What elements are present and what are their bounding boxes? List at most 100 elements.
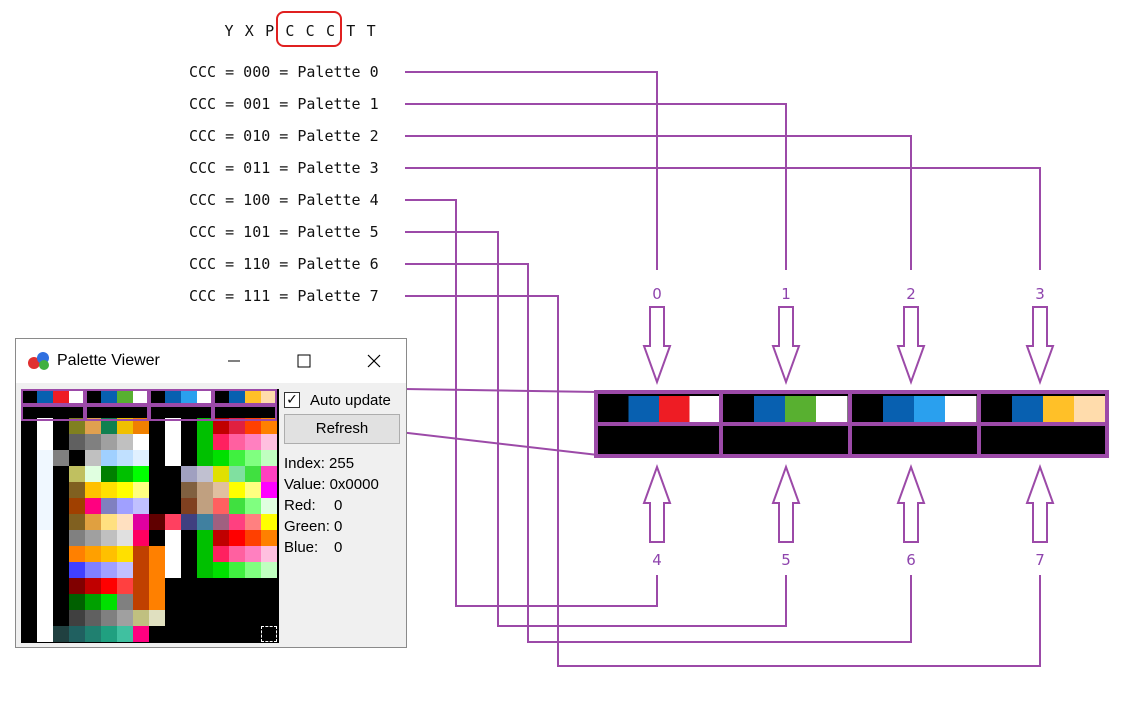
palette-cell[interactable]	[181, 546, 197, 562]
palette-cell[interactable]	[181, 562, 197, 578]
palette-cell[interactable]	[261, 546, 277, 562]
palette-cell[interactable]	[133, 546, 149, 562]
palette-cell[interactable]	[229, 482, 245, 498]
palette-cell[interactable]	[37, 610, 53, 626]
palette-cell[interactable]	[229, 498, 245, 514]
palette-cell[interactable]	[181, 434, 197, 450]
palette-cell[interactable]	[101, 594, 117, 610]
palette-cell[interactable]	[213, 498, 229, 514]
palette-cell[interactable]	[181, 610, 197, 626]
palette-cell[interactable]	[181, 498, 197, 514]
palette-cell[interactable]	[165, 530, 181, 546]
palette-cell[interactable]	[85, 530, 101, 546]
palette-cell[interactable]	[149, 594, 165, 610]
palette-cell[interactable]	[261, 466, 277, 482]
palette-cell[interactable]	[101, 466, 117, 482]
palette-cell[interactable]	[85, 514, 101, 530]
palette-cell[interactable]	[37, 562, 53, 578]
palette-cell[interactable]	[245, 562, 261, 578]
palette-cell[interactable]	[69, 562, 85, 578]
palette-cell[interactable]	[229, 530, 245, 546]
palette-cell[interactable]	[85, 626, 101, 642]
minimize-button[interactable]	[206, 339, 262, 383]
palette-cell[interactable]	[85, 482, 101, 498]
palette-cell[interactable]	[229, 466, 245, 482]
palette-cell[interactable]	[69, 482, 85, 498]
palette-cell[interactable]	[149, 434, 165, 450]
palette-cell[interactable]	[37, 466, 53, 482]
palette-cell[interactable]	[133, 594, 149, 610]
palette-cell[interactable]	[101, 498, 117, 514]
palette-cell[interactable]	[245, 610, 261, 626]
palette-grid[interactable]	[21, 389, 279, 643]
palette-cell[interactable]	[37, 498, 53, 514]
palette-cell[interactable]	[165, 514, 181, 530]
palette-cell[interactable]	[197, 498, 213, 514]
palette-cell[interactable]	[181, 530, 197, 546]
palette-cell[interactable]	[213, 546, 229, 562]
palette-cell[interactable]	[245, 498, 261, 514]
palette-cell[interactable]	[37, 594, 53, 610]
palette-cell[interactable]	[261, 562, 277, 578]
palette-cell[interactable]	[213, 562, 229, 578]
palette-cell[interactable]	[37, 578, 53, 594]
palette-cell[interactable]	[101, 450, 117, 466]
palette-cell[interactable]	[213, 450, 229, 466]
palette-cell[interactable]	[21, 530, 37, 546]
palette-cell[interactable]	[181, 482, 197, 498]
palette-cell[interactable]	[133, 434, 149, 450]
palette-cell[interactable]	[21, 578, 37, 594]
palette-cell[interactable]	[181, 450, 197, 466]
palette-cell[interactable]	[37, 546, 53, 562]
palette-cell[interactable]	[53, 466, 69, 482]
refresh-button[interactable]: Refresh	[284, 414, 400, 444]
palette-cell[interactable]	[245, 466, 261, 482]
palette-cell[interactable]	[69, 578, 85, 594]
palette-cell[interactable]	[21, 482, 37, 498]
palette-cell[interactable]	[133, 578, 149, 594]
palette-cell[interactable]	[181, 514, 197, 530]
palette-cell[interactable]	[181, 626, 197, 642]
palette-cell[interactable]	[245, 626, 261, 642]
palette-cell[interactable]	[101, 514, 117, 530]
palette-cell[interactable]	[245, 594, 261, 610]
palette-cell[interactable]	[245, 546, 261, 562]
palette-cell[interactable]	[261, 450, 277, 466]
palette-cell[interactable]	[245, 434, 261, 450]
palette-cell[interactable]	[101, 578, 117, 594]
palette-cell[interactable]	[85, 562, 101, 578]
palette-cell[interactable]	[197, 546, 213, 562]
palette-cell[interactable]	[149, 482, 165, 498]
palette-cell[interactable]	[53, 514, 69, 530]
palette-cell[interactable]	[213, 466, 229, 482]
palette-cell[interactable]	[53, 610, 69, 626]
auto-update-checkbox[interactable]: ✓	[284, 392, 300, 408]
palette-cell[interactable]	[37, 482, 53, 498]
palette-cell[interactable]	[261, 498, 277, 514]
palette-cell[interactable]	[53, 498, 69, 514]
palette-cell[interactable]	[101, 434, 117, 450]
palette-cell[interactable]	[197, 594, 213, 610]
palette-cell[interactable]	[181, 594, 197, 610]
palette-cell[interactable]	[21, 466, 37, 482]
palette-cell[interactable]	[197, 482, 213, 498]
palette-cell[interactable]	[117, 578, 133, 594]
palette-cell[interactable]	[133, 626, 149, 642]
palette-cell[interactable]	[197, 562, 213, 578]
palette-cell[interactable]	[213, 434, 229, 450]
palette-cell[interactable]	[53, 546, 69, 562]
palette-cell[interactable]	[229, 610, 245, 626]
palette-cell[interactable]	[197, 514, 213, 530]
palette-cell[interactable]	[37, 514, 53, 530]
palette-cell[interactable]	[117, 466, 133, 482]
palette-cell[interactable]	[117, 610, 133, 626]
palette-cell[interactable]	[245, 530, 261, 546]
palette-cell[interactable]	[197, 610, 213, 626]
palette-cell[interactable]	[165, 546, 181, 562]
palette-cell[interactable]	[21, 434, 37, 450]
palette-cell[interactable]	[85, 578, 101, 594]
palette-cell[interactable]	[229, 562, 245, 578]
palette-cell[interactable]	[261, 610, 277, 626]
palette-cell[interactable]	[69, 434, 85, 450]
palette-cell[interactable]	[213, 514, 229, 530]
